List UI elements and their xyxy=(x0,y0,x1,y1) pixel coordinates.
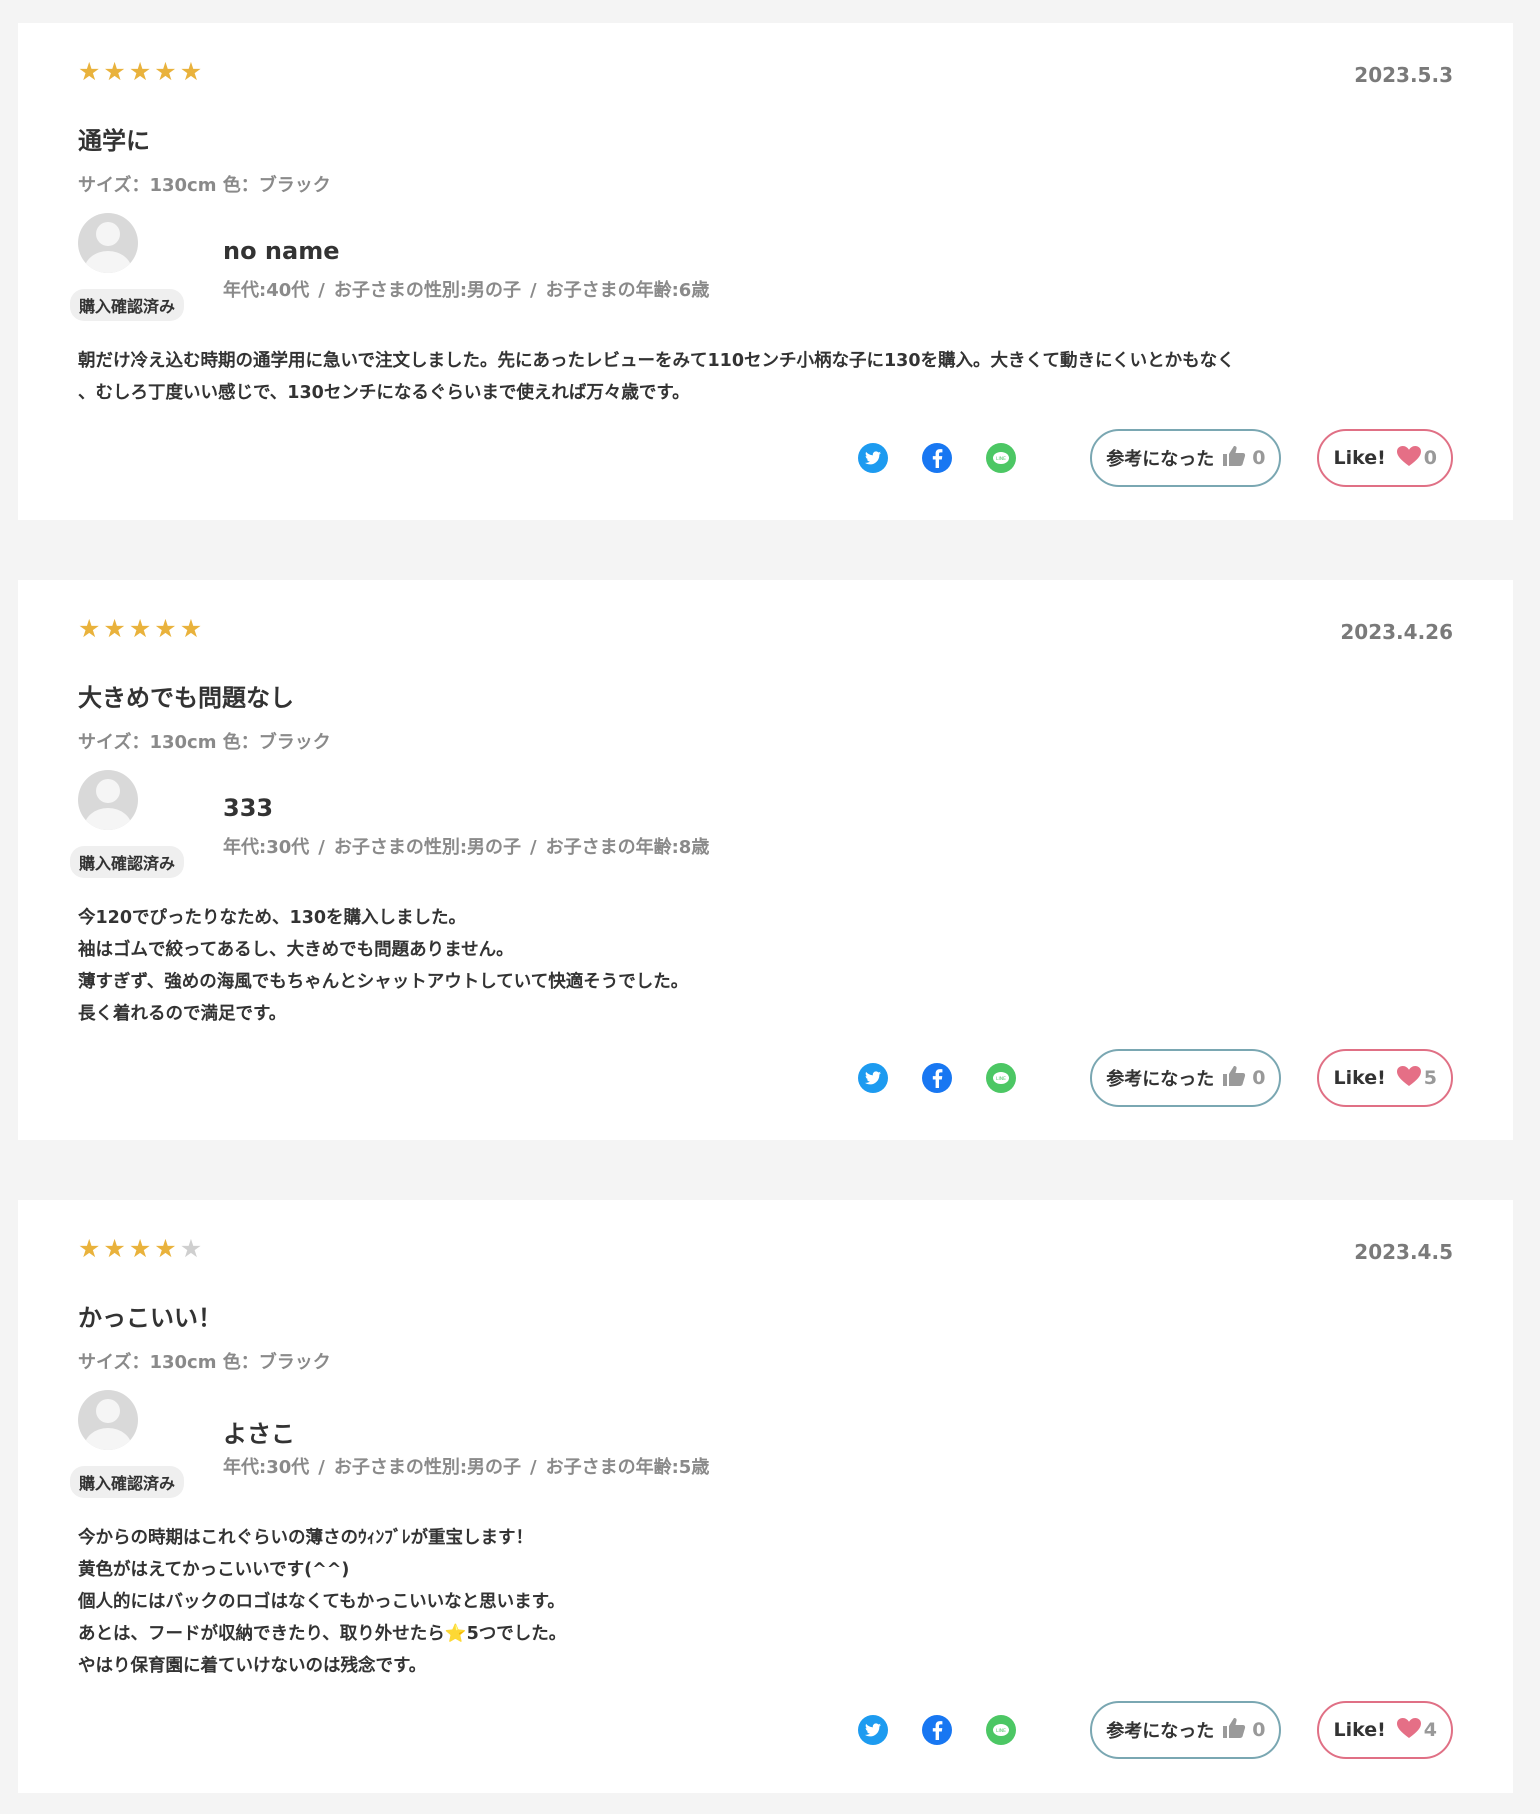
thumbs-up-icon xyxy=(1222,1716,1246,1745)
review-title: かっこいい！ xyxy=(78,1304,222,1332)
child-gender: お子さまの性別:男の子 xyxy=(333,280,522,301)
reviewer-name: よさこ xyxy=(223,1420,295,1448)
twitter-share-icon[interactable] xyxy=(858,443,889,473)
star-icon: ★ xyxy=(78,1234,101,1263)
reviewer-age: 年代:30代 xyxy=(223,837,310,858)
star-icon: ★ xyxy=(179,614,203,643)
reviewer-name: 333 xyxy=(223,794,274,822)
reviewer-age: 年代:30代 xyxy=(223,1457,310,1478)
star-icon: ★ xyxy=(154,614,177,643)
star-icon: ★ xyxy=(103,57,126,86)
like-button[interactable]: Like! 5 xyxy=(1317,1049,1453,1107)
review-body: 朝だけ冷え込む時期の通学用に急いで注文しました。先にあったレビューをみて110セ… xyxy=(78,351,1235,403)
reviewer-meta: 年代:30代 / お子さまの性別:男の子 / お子さまの年齢:5歳 xyxy=(223,1457,710,1478)
verified-badge: 購入確認済み xyxy=(70,846,185,878)
review-body: 今120でぴったりなため、130を購入しました。 袖はゴムで絞ってあるし、大きめ… xyxy=(78,908,689,1024)
avatar xyxy=(78,213,138,273)
star-icon: ★ xyxy=(179,57,203,86)
star-icon: ★ xyxy=(154,1234,177,1263)
child-age: お子さまの年齢:5歳 xyxy=(545,1457,710,1478)
twitter-share-icon[interactable] xyxy=(858,1063,889,1093)
heart-icon xyxy=(1396,1717,1422,1744)
review-card: ★ ★ ★ ★ ★ 2023.5.3 通学に サイズ：130cm 色：ブラック … xyxy=(18,23,1513,520)
like-label: Like! xyxy=(1333,447,1386,469)
facebook-share-icon[interactable] xyxy=(922,1715,953,1745)
heart-icon xyxy=(1396,445,1422,472)
child-gender: お子さまの性別:男の子 xyxy=(333,1457,522,1478)
avatar xyxy=(78,770,138,830)
verified-badge: 購入確認済み xyxy=(70,1466,185,1498)
line-share-icon[interactable]: LINE xyxy=(986,1715,1017,1745)
like-count: 4 xyxy=(1423,1719,1437,1741)
review-card: ★ ★ ★ ★ ★ 2023.4.26 大きめでも問題なし サイズ：130cm … xyxy=(18,580,1513,1140)
rating-stars: ★ ★ ★ ★ ★ xyxy=(78,1236,202,1261)
like-button[interactable]: Like! 4 xyxy=(1317,1701,1453,1759)
reviewer-name: no name xyxy=(223,237,340,265)
line-share-icon[interactable]: LINE xyxy=(986,1063,1017,1093)
thumbs-up-icon xyxy=(1222,444,1246,473)
star-icon: ★ xyxy=(78,57,101,86)
heart-icon xyxy=(1396,1065,1422,1092)
reviewer-meta: 年代:40代 / お子さまの性別:男の子 / お子さまの年齢:6歳 xyxy=(223,280,710,301)
twitter-share-icon[interactable] xyxy=(858,1715,889,1745)
helpful-count: 0 xyxy=(1252,1067,1266,1089)
verified-badge: 購入確認済み xyxy=(70,289,185,321)
purchased-variant: サイズ：130cm 色：ブラック xyxy=(78,175,331,196)
helpful-button[interactable]: 参考になった 0 xyxy=(1090,1701,1282,1759)
rating-stars: ★ ★ ★ ★ ★ xyxy=(78,59,202,84)
review-actions: LINE 参考になった 0 Like! 0 xyxy=(858,428,1453,488)
like-label: Like! xyxy=(1333,1719,1386,1741)
svg-text:LINE: LINE xyxy=(996,456,1006,462)
review-card: ★ ★ ★ ★ ★ 2023.4.5 かっこいい！ サイズ：130cm 色：ブラ… xyxy=(18,1200,1513,1793)
svg-text:LINE: LINE xyxy=(996,1076,1006,1082)
helpful-button[interactable]: 参考になった 0 xyxy=(1090,429,1282,487)
star-icon: ★ xyxy=(128,1234,152,1263)
facebook-share-icon[interactable] xyxy=(922,1063,953,1093)
like-count: 5 xyxy=(1423,1067,1437,1089)
helpful-label: 参考になった xyxy=(1106,449,1215,470)
star-icon: ★ xyxy=(128,57,152,86)
star-icon: ★ xyxy=(128,614,152,643)
purchased-variant: サイズ：130cm 色：ブラック xyxy=(78,732,331,753)
review-date: 2023.4.5 xyxy=(1354,1240,1453,1264)
helpful-button[interactable]: 参考になった 0 xyxy=(1090,1049,1282,1107)
star-icon: ★ xyxy=(103,1234,126,1263)
svg-text:LINE: LINE xyxy=(996,1728,1006,1734)
star-icon: ★ xyxy=(78,614,101,643)
child-age: お子さまの年齢:8歳 xyxy=(545,837,710,858)
like-count: 0 xyxy=(1423,447,1437,469)
avatar xyxy=(78,1390,138,1450)
star-icon: ★ xyxy=(103,614,126,643)
like-label: Like! xyxy=(1333,1067,1386,1089)
child-gender: お子さまの性別:男の子 xyxy=(333,837,522,858)
helpful-count: 0 xyxy=(1252,1719,1266,1741)
purchased-variant: サイズ：130cm 色：ブラック xyxy=(78,1352,331,1373)
line-share-icon[interactable]: LINE xyxy=(986,443,1017,473)
rating-stars: ★ ★ ★ ★ ★ xyxy=(78,616,202,641)
review-body: 今からの時期はこれぐらいの薄さのｳｨﾝﾌﾞﾚが重宝します！ 黄色がはえてかっこい… xyxy=(78,1528,567,1676)
like-button[interactable]: Like! 0 xyxy=(1317,429,1453,487)
thumbs-up-icon xyxy=(1222,1064,1246,1093)
helpful-label: 参考になった xyxy=(1106,1721,1215,1742)
star-icon: ★ xyxy=(154,57,177,86)
reviewer-age: 年代:40代 xyxy=(223,280,310,301)
review-title: 通学に xyxy=(78,127,150,155)
review-title: 大きめでも問題なし xyxy=(78,684,294,712)
helpful-count: 0 xyxy=(1252,447,1266,469)
review-date: 2023.5.3 xyxy=(1354,63,1453,87)
child-age: お子さまの年齢:6歳 xyxy=(545,280,710,301)
reviewer-meta: 年代:30代 / お子さまの性別:男の子 / お子さまの年齢:8歳 xyxy=(223,837,710,858)
helpful-label: 参考になった xyxy=(1106,1069,1215,1090)
facebook-share-icon[interactable] xyxy=(922,443,953,473)
review-actions: LINE 参考になった 0 Like! 4 xyxy=(858,1700,1453,1760)
review-actions: LINE 参考になった 0 Like! 5 xyxy=(858,1048,1453,1108)
star-empty-icon: ★ xyxy=(179,1234,203,1263)
review-date: 2023.4.26 xyxy=(1340,620,1453,644)
